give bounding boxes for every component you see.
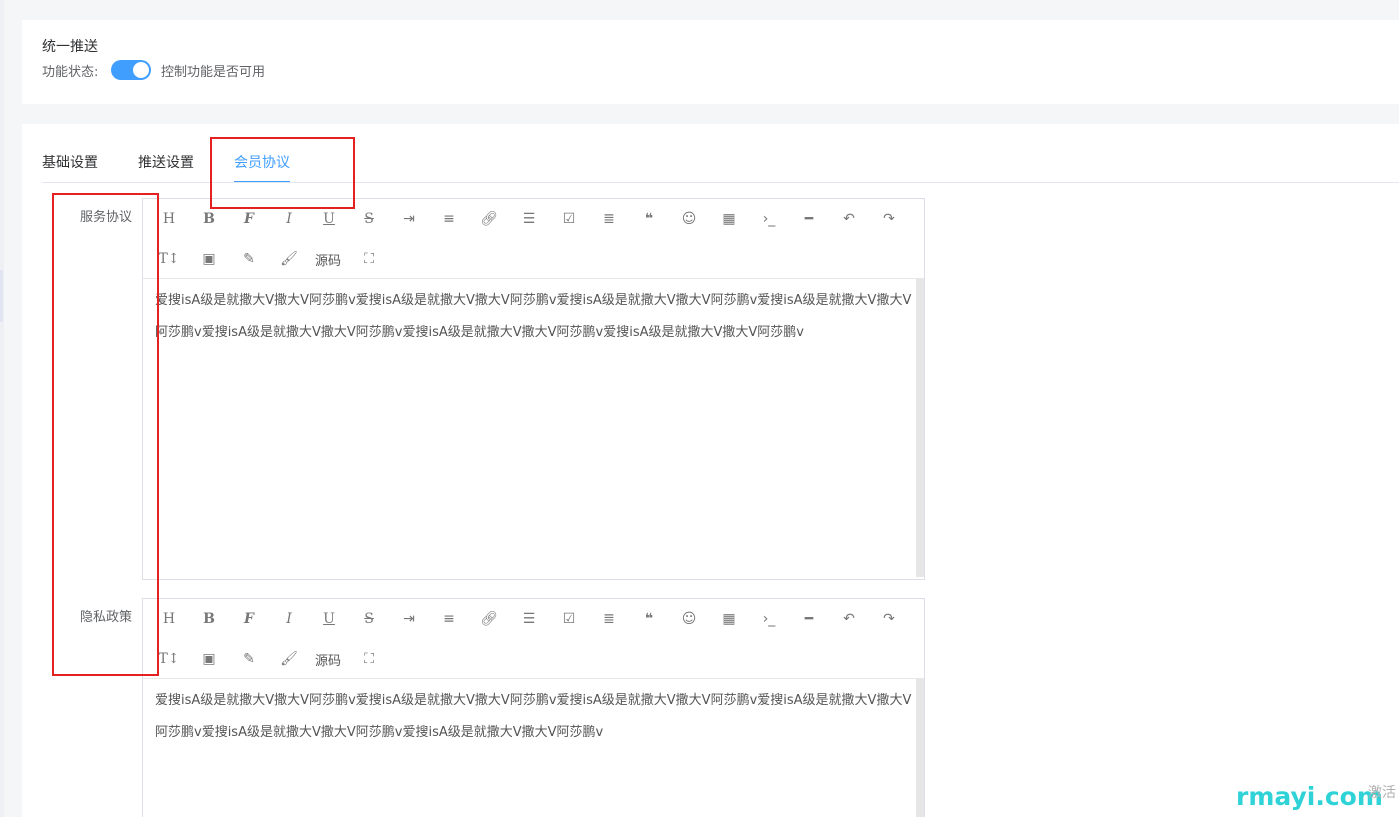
tab-divider (42, 182, 1399, 183)
editor-toolbar: H B F I U S ⇥ ≡ 🔗︎ ☰ ☑ ≣ ❝ ☺ ▦ ›_ ━ ↶ ↷ … (143, 199, 924, 279)
emoji-icon[interactable]: ☺ (678, 208, 700, 230)
quote-icon[interactable]: ❝ (638, 608, 660, 630)
checkbox-icon[interactable]: ☑ (558, 208, 580, 230)
redo-icon[interactable]: ↷ (878, 608, 900, 630)
undo-icon[interactable]: ↶ (838, 208, 860, 230)
align-icon[interactable]: ≣ (598, 208, 620, 230)
editor-scrollbar[interactable] (916, 679, 924, 817)
bold-icon[interactable]: B (198, 608, 220, 630)
editor-scrollbar[interactable] (916, 279, 924, 577)
line-height-icon[interactable]: ≡ (438, 608, 460, 630)
privacy-policy-editor: H B F I U S ⇥ ≡ 🔗︎ ☰ ☑ ≣ ❝ ☺ ▦ ›_ ━ ↶ ↷ … (142, 598, 925, 817)
strikethrough-icon[interactable]: S (358, 208, 380, 230)
font-size-icon[interactable]: T↕ (158, 248, 180, 270)
service-agreement-label: 服务协议 (79, 210, 132, 225)
fullscreen-icon[interactable]: ⛶ (358, 248, 380, 270)
strikethrough-icon[interactable]: S (358, 608, 380, 630)
undo-icon[interactable]: ↶ (838, 608, 860, 630)
link-icon[interactable]: 🔗︎ (478, 208, 500, 230)
image-icon[interactable]: ▣ (198, 248, 220, 270)
font-icon[interactable]: F (238, 208, 260, 230)
italic-icon[interactable]: I (278, 208, 300, 230)
service-agreement-editor: H B F I U S ⇥ ≡ 🔗︎ ☰ ☑ ≣ ❝ ☺ ▦ ›_ ━ ↶ ↷ … (142, 198, 925, 580)
watermark: rmayi.com (1236, 782, 1383, 811)
brush-icon[interactable]: 🖌︎ (278, 648, 300, 670)
checkbox-icon[interactable]: ☑ (558, 608, 580, 630)
redo-icon[interactable]: ↷ (878, 208, 900, 230)
list-icon[interactable]: ☰ (518, 208, 540, 230)
status-toggle[interactable] (111, 60, 151, 80)
tab-basic-settings[interactable]: 基础设置 (42, 152, 98, 172)
card-title: 统一推送 (42, 39, 98, 55)
underline-icon[interactable]: U (318, 608, 340, 630)
status-label: 功能状态: (42, 65, 99, 80)
left-edge-mark (0, 270, 3, 322)
toggle-knob (133, 62, 149, 78)
indent-icon[interactable]: ⇥ (398, 608, 420, 630)
fullscreen-icon[interactable]: ⛶ (358, 648, 380, 670)
emoji-icon[interactable]: ☺ (678, 608, 700, 630)
code-icon[interactable]: ›_ (758, 608, 780, 630)
editor-toolbar: H B F I U S ⇥ ≡ 🔗︎ ☰ ☑ ≣ ❝ ☺ ▦ ›_ ━ ↶ ↷ … (143, 599, 924, 679)
align-icon[interactable]: ≣ (598, 608, 620, 630)
font-icon[interactable]: F (238, 608, 260, 630)
divider-icon[interactable]: ━ (798, 208, 820, 230)
pen-icon[interactable]: ✎ (238, 648, 260, 670)
link-icon[interactable]: 🔗︎ (478, 608, 500, 630)
privacy-policy-label: 隐私政策 (79, 610, 132, 625)
editor-content[interactable]: 爱搜isA级是就撒大V撒大V阿莎鹏v爱搜isA级是就撒大V撒大V阿莎鹏v爱搜is… (143, 279, 924, 349)
toggle-description: 控制功能是否可用 (161, 65, 266, 80)
source-code-button[interactable]: 源码 (315, 248, 341, 270)
code-icon[interactable]: ›_ (758, 208, 780, 230)
underline-icon[interactable]: U (318, 208, 340, 230)
line-height-icon[interactable]: ≡ (438, 208, 460, 230)
pen-icon[interactable]: ✎ (238, 248, 260, 270)
brush-icon[interactable]: 🖌︎ (278, 248, 300, 270)
settings-card: 基础设置 推送设置 会员协议 服务协议 H B F I U S ⇥ ≡ 🔗︎ ☰… (22, 124, 1399, 817)
heading-icon[interactable]: H (158, 608, 180, 630)
left-edge (0, 0, 4, 817)
image-icon[interactable]: ▣ (198, 648, 220, 670)
editor-content[interactable]: 爱搜isA级是就撒大V撒大V阿莎鹏v爱搜isA级是就撒大V撒大V阿莎鹏v爱搜is… (143, 679, 924, 749)
watermark-side-text: 激活 (1368, 785, 1396, 801)
list-icon[interactable]: ☰ (518, 608, 540, 630)
font-size-icon[interactable]: T↕ (158, 648, 180, 670)
heading-icon[interactable]: H (158, 208, 180, 230)
bold-icon[interactable]: B (198, 208, 220, 230)
tab-member-agreement[interactable]: 会员协议 (234, 152, 290, 172)
feature-card: 统一推送 功能状态: 控制功能是否可用 (22, 20, 1399, 104)
indent-icon[interactable]: ⇥ (398, 208, 420, 230)
divider-icon[interactable]: ━ (798, 608, 820, 630)
table-icon[interactable]: ▦ (718, 608, 740, 630)
tab-push-settings[interactable]: 推送设置 (138, 152, 194, 172)
italic-icon[interactable]: I (278, 608, 300, 630)
quote-icon[interactable]: ❝ (638, 208, 660, 230)
table-icon[interactable]: ▦ (718, 208, 740, 230)
source-code-button[interactable]: 源码 (315, 648, 341, 670)
